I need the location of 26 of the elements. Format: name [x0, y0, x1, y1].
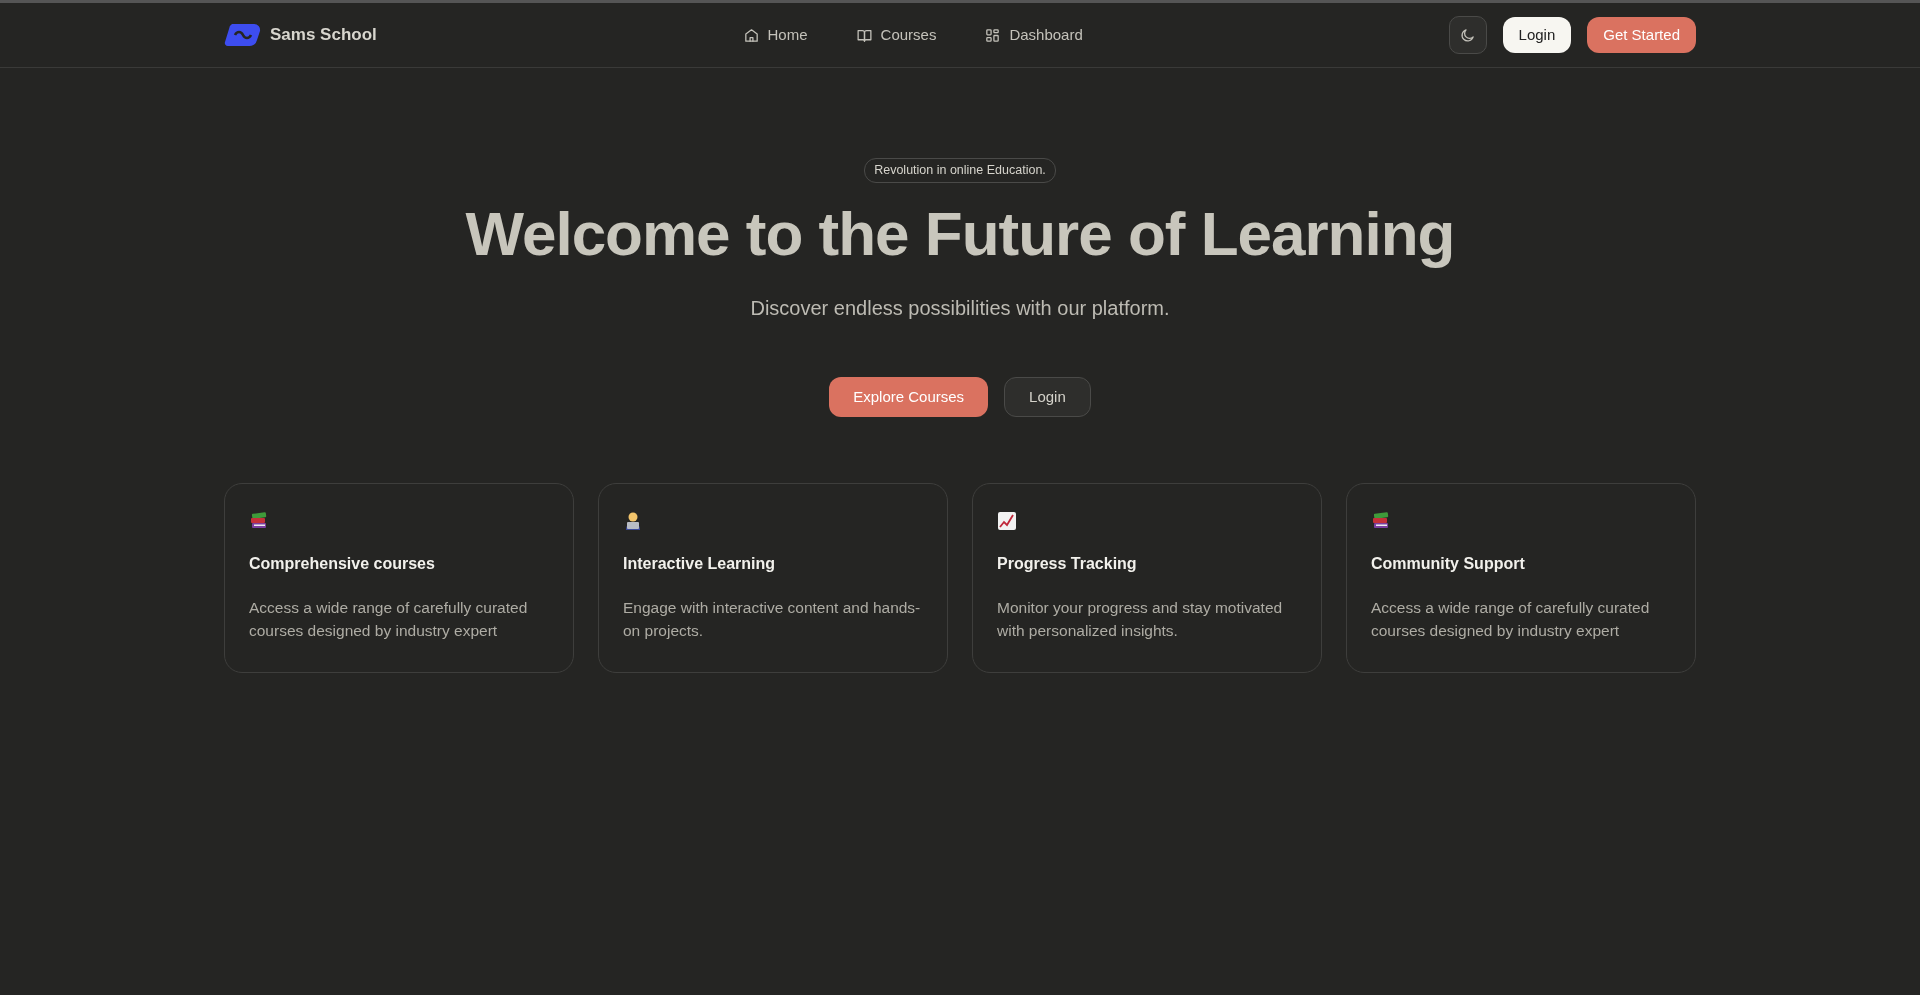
nav-link[interactable]: Courses: [855, 23, 937, 47]
nav-link[interactable]: Home: [742, 23, 808, 47]
hero-subtitle: Discover endless possibilities with our platform.: [749, 296, 1171, 322]
chart-icon: [997, 510, 1017, 531]
feature-description: Access a wide range of carefully curated courses designed by industry expert: [249, 598, 529, 642]
person-laptop-icon: [623, 510, 643, 531]
books-icon: [249, 510, 269, 531]
nav-link[interactable]: Dashboard: [984, 23, 1083, 47]
books-icon: [1371, 510, 1391, 531]
brand-name[interactable]: Sams School: [270, 22, 377, 48]
tagline-badge: Revolution in online Education.: [864, 158, 1056, 183]
logo-icon: [224, 22, 262, 48]
moon-icon: [1459, 26, 1477, 44]
feature-title: Interactive Learning: [623, 554, 777, 575]
feature-description: Monitor your progress and stay motivated with personalized insights.: [997, 598, 1284, 642]
login-button[interactable]: Login: [1502, 17, 1572, 53]
feature-title: Community Support: [1371, 554, 1526, 575]
grid-icon: [984, 26, 1002, 44]
feature-title: Comprehensive courses: [249, 554, 436, 575]
feature-description: Access a wide range of carefully curated courses designed by industry expert: [1371, 598, 1651, 642]
hero-title: Welcome to the Future of Learning: [464, 197, 1456, 270]
theme-toggle-button[interactable]: [1448, 16, 1487, 54]
login-button[interactable]: Login: [1004, 377, 1091, 418]
feature-title: Progress Tracking: [997, 554, 1138, 575]
home-icon: [742, 26, 760, 44]
feature-description: Engage with interactive content and hands-on projects.: [623, 598, 922, 642]
